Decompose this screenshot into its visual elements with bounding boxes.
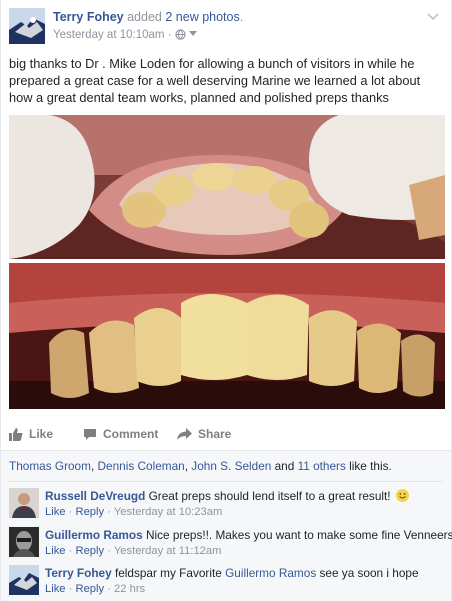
mention-link[interactable]: Guillermo Ramos	[225, 566, 316, 580]
post-photo-2[interactable]	[9, 263, 445, 409]
comment-like-link[interactable]: Like	[45, 545, 66, 557]
comment-button[interactable]: Comment	[83, 427, 158, 441]
comment-text-line: Russell DeVreugd Great preps should lend…	[45, 489, 409, 504]
comment-text-line: Guillermo Ramos Nice preps!!. Makes you …	[45, 528, 452, 543]
comment-meta: Like · Reply · 22 hrs	[45, 583, 145, 595]
chevron-down-icon[interactable]	[427, 10, 441, 24]
photos-link[interactable]: 2 new photos	[165, 10, 239, 24]
social-section: Thomas Groom, Dennis Coleman, John S. Se…	[1, 450, 452, 601]
comment-text: Nice preps!!. Makes you want to make som…	[145, 528, 452, 542]
commenter-name[interactable]: Guillermo Ramos	[45, 528, 143, 542]
comment-time[interactable]: 22 hrs	[114, 583, 145, 595]
comment-text-end: see ya soon i hope	[319, 566, 419, 580]
facebook-post: Terry Fohey added 2 new photos. Yesterda…	[0, 0, 452, 601]
comment-reply-link[interactable]: Reply	[75, 506, 104, 518]
comment-meta-dot: ·	[68, 506, 73, 518]
comment-item: Terry Fohey feldspar my Favorite Guiller…	[9, 565, 445, 599]
meta-separator: ·	[167, 29, 172, 41]
commenter-avatar[interactable]	[9, 527, 39, 557]
comment-time[interactable]: Yesterday at 10:23am	[114, 506, 222, 518]
comment-like-link[interactable]: Like	[45, 506, 66, 518]
comment-meta: Like · Reply · Yesterday at 10:23am	[45, 506, 222, 518]
post-meta: Yesterday at 10:10am ·	[53, 28, 197, 43]
dental-preps-photo	[9, 263, 445, 409]
comment-meta-dot: ·	[68, 583, 73, 595]
comment-meta: Like · Reply · Yesterday at 11:12am	[45, 545, 221, 557]
comment-text-line: Terry Fohey feldspar my Favorite Guiller…	[45, 566, 419, 581]
speech-bubble-icon	[84, 428, 96, 440]
post-body-text: big thanks to Dr . Mike Loden for allowi…	[9, 56, 421, 105]
share-button[interactable]: Share	[177, 427, 231, 441]
liker-name-3[interactable]: John S. Selden	[191, 459, 271, 473]
likes-divider	[9, 481, 443, 482]
liker-name-2[interactable]: Dennis Coleman	[98, 459, 185, 473]
globe-icon[interactable]	[175, 29, 186, 43]
comment-meta-dot: ·	[68, 545, 73, 557]
author-name[interactable]: Terry Fohey	[53, 10, 124, 24]
headline-period: .	[239, 10, 244, 24]
privacy-dropdown-icon[interactable]	[188, 28, 197, 40]
post-header: Terry Fohey added 2 new photos. Yesterda…	[9, 8, 443, 48]
comment-text: Great preps should lend itself to a grea…	[148, 489, 391, 503]
like-button[interactable]: Like	[9, 427, 53, 441]
man-portrait-image	[9, 488, 39, 518]
likes-and: and	[271, 459, 298, 473]
comment-item: Guillermo Ramos Nice preps!!. Makes you …	[9, 527, 452, 561]
likes-summary: Thomas Groom, Dennis Coleman, John S. Se…	[9, 459, 392, 473]
action-verb: added	[127, 10, 162, 24]
eagle-avatar-image	[9, 8, 45, 44]
post-photo-1[interactable]	[9, 115, 445, 259]
comment-like-link[interactable]: Like	[45, 583, 66, 595]
liker-name-1[interactable]: Thomas Groom	[9, 459, 91, 473]
commenter-avatar[interactable]	[9, 488, 39, 518]
likes-others-link[interactable]: 11 others	[298, 459, 346, 473]
commenter-name[interactable]: Russell DeVreugd	[45, 489, 145, 503]
share-arrow-icon	[177, 427, 192, 440]
post-actions-bar: Like Comment Share	[9, 421, 445, 449]
comment-meta-dot: ·	[107, 583, 111, 595]
comment-time[interactable]: Yesterday at 11:12am	[114, 545, 222, 557]
smiley-emoji-icon	[395, 489, 409, 502]
comment-item: Russell DeVreugd Great preps should lend…	[9, 488, 445, 522]
comment-reply-link[interactable]: Reply	[75, 545, 104, 557]
author-avatar[interactable]	[9, 8, 45, 44]
share-label: Share	[198, 427, 232, 441]
commenter-name[interactable]: Terry Fohey	[45, 566, 112, 580]
comment-text: feldspar my Favorite	[114, 566, 222, 580]
comment-meta-dot: ·	[107, 545, 111, 557]
like-label: Like	[29, 427, 54, 441]
likes-suffix: like this.	[345, 459, 392, 473]
thumbs-up-icon	[9, 427, 23, 441]
comment-reply-link[interactable]: Reply	[75, 583, 104, 595]
dental-arch-photo	[9, 115, 445, 259]
commenter-avatar[interactable]	[9, 565, 39, 595]
post-timestamp[interactable]: Yesterday at 10:10am	[53, 29, 164, 41]
post-headline: Terry Fohey added 2 new photos.	[53, 10, 243, 24]
bw-portrait-image	[9, 527, 39, 557]
eagle-avatar-image	[9, 565, 39, 595]
comment-meta-dot: ·	[107, 506, 111, 518]
comment-label: Comment	[103, 427, 159, 441]
